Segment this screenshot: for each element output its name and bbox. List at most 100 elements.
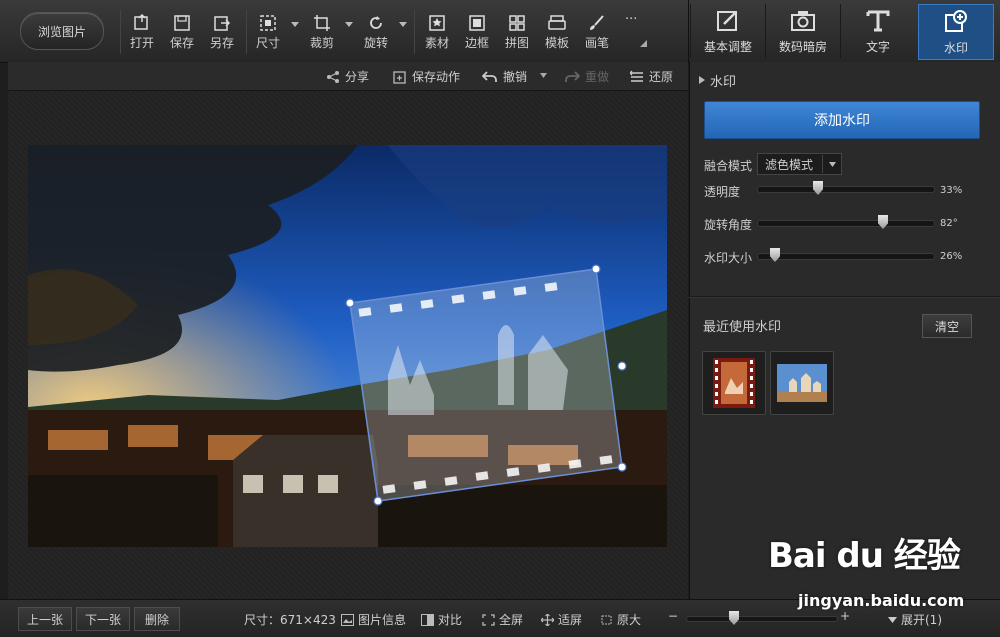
fit-screen-label: 适屏 — [558, 613, 583, 627]
resize-dropdown-icon[interactable] — [291, 22, 299, 28]
toolbar-divider — [688, 0, 689, 62]
undo-label: 撤销 — [503, 70, 528, 84]
resize-button[interactable]: 尺寸 — [248, 10, 288, 58]
crop-button[interactable]: 裁剪 — [302, 10, 342, 58]
brush-label: 画笔 — [584, 36, 609, 50]
watermark-size-slider-thumb[interactable] — [770, 248, 780, 262]
share-button[interactable]: 分享 — [326, 68, 369, 85]
add-watermark-button[interactable]: 添加水印 — [704, 101, 980, 139]
rotate-icon — [370, 16, 382, 29]
text-icon — [866, 10, 890, 32]
image-info-button[interactable]: 图片信息 — [341, 611, 406, 628]
tab-basic-adjust[interactable]: 基本调整 — [690, 4, 765, 58]
save-action-button[interactable]: 保存动作 — [393, 68, 460, 85]
opacity-slider-thumb[interactable] — [813, 181, 823, 195]
fit-screen-button[interactable]: 适屏 — [541, 611, 582, 628]
watermark-overlay[interactable] — [28, 145, 667, 547]
compare-button[interactable]: 对比 — [421, 611, 462, 628]
rotation-angle-slider[interactable] — [757, 215, 935, 229]
previous-image-button[interactable]: 上一张 — [18, 607, 72, 631]
zoom-in-button[interactable]: + — [840, 609, 850, 623]
chevron-down-icon — [822, 155, 841, 173]
fullscreen-button[interactable]: 全屏 — [482, 611, 523, 628]
save-as-icon — [214, 16, 231, 31]
recent-watermark-film[interactable] — [702, 351, 766, 415]
browse-images-button[interactable]: 浏览图片 — [20, 12, 104, 50]
blend-mode-label: 融合模式 — [704, 159, 753, 173]
tab-text[interactable]: 文字 — [840, 4, 915, 58]
image-info-icon — [341, 613, 354, 626]
save-action-label: 保存动作 — [412, 70, 461, 84]
basic-adjust-icon — [717, 11, 737, 31]
panel-divider — [689, 296, 1000, 298]
original-size-label: 原大 — [617, 613, 642, 627]
restore-button[interactable]: 还原 — [630, 68, 673, 85]
toolbar-divider — [246, 10, 247, 54]
next-image-button[interactable]: 下一张 — [76, 607, 130, 631]
watermark-icon — [945, 10, 967, 32]
rotate-dropdown-icon[interactable] — [399, 22, 407, 28]
collage-label: 拼图 — [504, 36, 529, 50]
brush-button[interactable]: 画笔 — [577, 10, 617, 58]
rotate-button[interactable]: 旋转 — [356, 10, 396, 58]
tab-watermark[interactable]: 水印 — [918, 4, 994, 60]
image-size-readout: 尺寸：671×423 — [244, 613, 336, 627]
border-icon — [469, 15, 485, 31]
resize-label: 尺寸 — [255, 36, 280, 50]
watermark-size-slider[interactable] — [757, 248, 935, 262]
brush-icon — [590, 15, 604, 30]
redo-icon — [565, 70, 580, 82]
opacity-label: 透明度 — [704, 185, 741, 199]
restore-icon — [630, 70, 643, 82]
zoom-slider[interactable] — [686, 611, 838, 625]
expand-filmstrip-button[interactable]: 展开(1) — [888, 611, 942, 628]
blend-mode-select[interactable]: 滤色模式 — [757, 153, 842, 175]
material-button[interactable]: 素材 — [417, 10, 457, 58]
recent-watermark-castle[interactable] — [770, 351, 834, 415]
watermark-size-value: 26% — [940, 251, 963, 262]
save-button[interactable]: 保存 — [162, 10, 202, 58]
share-label: 分享 — [345, 70, 370, 84]
baidu-jingyan-url: jingyan.baidu.com — [798, 591, 965, 610]
expand-corner-icon[interactable] — [640, 40, 647, 47]
redo-label: 重做 — [585, 70, 610, 84]
redo-button[interactable]: 重做 — [564, 68, 609, 85]
undo-icon — [482, 70, 497, 82]
crop-dropdown-icon[interactable] — [345, 22, 353, 28]
collage-button[interactable]: 拼图 — [497, 10, 537, 58]
open-button[interactable]: 打开 — [122, 10, 162, 58]
original-size-button[interactable]: 原大 — [600, 611, 641, 628]
rotation-angle-slider-thumb[interactable] — [878, 215, 888, 229]
template-button[interactable]: 模板 — [537, 10, 577, 58]
zoom-out-button[interactable]: − — [668, 609, 678, 623]
clear-recent-button[interactable]: 清空 — [922, 314, 972, 338]
template-label: 模板 — [544, 36, 569, 50]
save-as-button[interactable]: 另存 — [202, 10, 242, 58]
toolbar-divider — [414, 10, 415, 54]
image-info-label: 图片信息 — [358, 613, 407, 627]
fit-screen-icon — [541, 613, 554, 626]
save-label: 保存 — [169, 36, 194, 50]
photo-canvas[interactable] — [28, 145, 667, 547]
watermark-size-label: 水印大小 — [704, 251, 753, 265]
recent-watermarks-title: 最近使用水印 — [703, 320, 782, 335]
undo-button[interactable]: 撤销 — [482, 68, 527, 85]
opacity-slider[interactable] — [757, 181, 935, 195]
material-label: 素材 — [424, 36, 449, 50]
rotate-label: 旋转 — [363, 36, 388, 50]
toolbar-divider — [120, 10, 121, 54]
rotation-angle-label: 旋转角度 — [704, 218, 753, 232]
collapse-triangle-icon[interactable] — [699, 76, 705, 84]
resize-icon — [260, 15, 276, 31]
opacity-value: 33% — [940, 185, 963, 196]
camera-icon — [791, 11, 815, 31]
baidu-jingyan-logo: Bai du 经验 — [768, 536, 961, 576]
tab-digital-darkroom[interactable]: 数码暗房 — [765, 4, 840, 58]
more-tools-button[interactable]: ··· — [625, 12, 645, 27]
border-label: 边框 — [464, 36, 489, 50]
original-size-icon — [601, 615, 612, 624]
undo-dropdown-icon[interactable] — [540, 73, 547, 78]
border-button[interactable]: 边框 — [457, 10, 497, 58]
crop-label: 裁剪 — [309, 36, 334, 50]
delete-button[interactable]: 删除 — [134, 607, 180, 631]
